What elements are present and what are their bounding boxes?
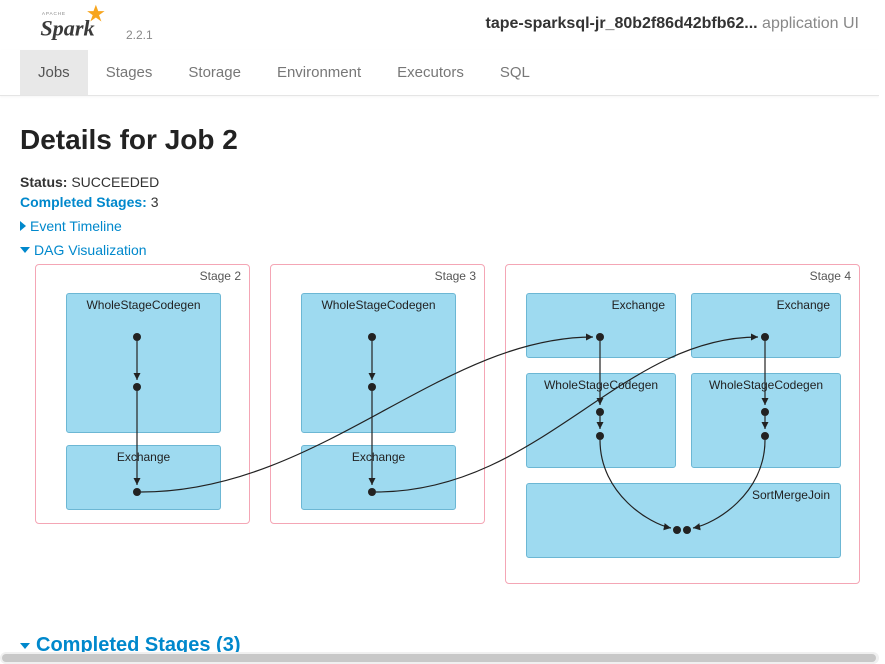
stage-2-label: Stage 2: [200, 269, 241, 283]
op-exchange-s3[interactable]: Exchange: [301, 445, 456, 510]
dag-visualization: Stage 2 WholeStageCodegen Exchange Stage…: [20, 264, 860, 594]
op-label: WholeStageCodegen: [67, 298, 220, 312]
app-name-text: tape-sparksql-jr_80b2f86d42bfb62...: [486, 15, 758, 32]
dag-visualization-toggle[interactable]: DAG Visualization: [20, 242, 859, 258]
status-label: Status:: [20, 174, 67, 190]
op-label: SortMergeJoin: [752, 488, 830, 502]
tab-executors[interactable]: Executors: [379, 50, 482, 95]
completed-stages-link[interactable]: Completed Stages:: [20, 194, 147, 210]
tab-sql[interactable]: SQL: [482, 50, 548, 95]
status-line: Status: SUCCEEDED: [20, 174, 859, 190]
completed-stages-header-text: Completed Stages (3): [36, 634, 240, 652]
stage-box-3[interactable]: Stage 3 WholeStageCodegen Exchange: [270, 264, 485, 524]
op-label: Exchange: [612, 298, 665, 312]
tab-jobs[interactable]: Jobs: [20, 50, 88, 95]
op-wholestagecodegen-s2[interactable]: WholeStageCodegen: [66, 293, 221, 433]
horizontal-scrollbar-thumb[interactable]: [2, 654, 876, 662]
stage-box-4[interactable]: Stage 4 Exchange Exchange WholeStageCode…: [505, 264, 860, 584]
dag-visualization-label: DAG Visualization: [34, 242, 147, 258]
op-exchange-s4-a[interactable]: Exchange: [526, 293, 676, 358]
caret-down-icon: [20, 643, 30, 649]
tab-environment[interactable]: Environment: [259, 50, 379, 95]
spark-logo[interactable]: Spark APACHE 2.2.1: [40, 4, 153, 50]
event-timeline-label: Event Timeline: [30, 218, 122, 234]
caret-right-icon: [20, 221, 26, 231]
status-value: SUCCEEDED: [71, 174, 159, 190]
spark-logo-icon: Spark APACHE: [40, 4, 120, 50]
op-label: Exchange: [302, 450, 455, 464]
op-wholestagecodegen-s3[interactable]: WholeStageCodegen: [301, 293, 456, 433]
completed-stages-count: 3: [151, 194, 159, 210]
op-label: WholeStageCodegen: [302, 298, 455, 312]
spark-version: 2.2.1: [126, 28, 153, 42]
op-sortmergejoin-s4[interactable]: SortMergeJoin: [526, 483, 841, 558]
op-label: Exchange: [777, 298, 830, 312]
op-wholestagecodegen-s4-b[interactable]: WholeStageCodegen: [691, 373, 841, 468]
op-exchange-s4-b[interactable]: Exchange: [691, 293, 841, 358]
completed-stages-section-toggle[interactable]: Completed Stages (3): [20, 634, 859, 652]
nav-tabs: Jobs Stages Storage Environment Executor…: [0, 50, 879, 96]
caret-down-icon: [20, 247, 30, 253]
app-suffix-text: application UI: [758, 15, 859, 32]
op-label: Exchange: [67, 450, 220, 464]
svg-text:Spark: Spark: [40, 16, 94, 41]
tab-storage[interactable]: Storage: [170, 50, 259, 95]
page-title: Details for Job 2: [20, 124, 859, 156]
op-label: WholeStageCodegen: [692, 378, 840, 392]
stage-4-label: Stage 4: [810, 269, 851, 283]
stage-box-2[interactable]: Stage 2 WholeStageCodegen Exchange: [35, 264, 250, 524]
op-exchange-s2[interactable]: Exchange: [66, 445, 221, 510]
op-label: WholeStageCodegen: [527, 378, 675, 392]
completed-stages-line: Completed Stages: 3: [20, 194, 859, 210]
svg-text:APACHE: APACHE: [42, 11, 66, 17]
stage-3-label: Stage 3: [435, 269, 476, 283]
app-title: tape-sparksql-jr_80b2f86d42bfb62... appl…: [486, 15, 860, 33]
event-timeline-toggle[interactable]: Event Timeline: [20, 218, 859, 234]
tab-stages[interactable]: Stages: [88, 50, 171, 95]
op-wholestagecodegen-s4-a[interactable]: WholeStageCodegen: [526, 373, 676, 468]
horizontal-scrollbar[interactable]: [0, 652, 879, 664]
